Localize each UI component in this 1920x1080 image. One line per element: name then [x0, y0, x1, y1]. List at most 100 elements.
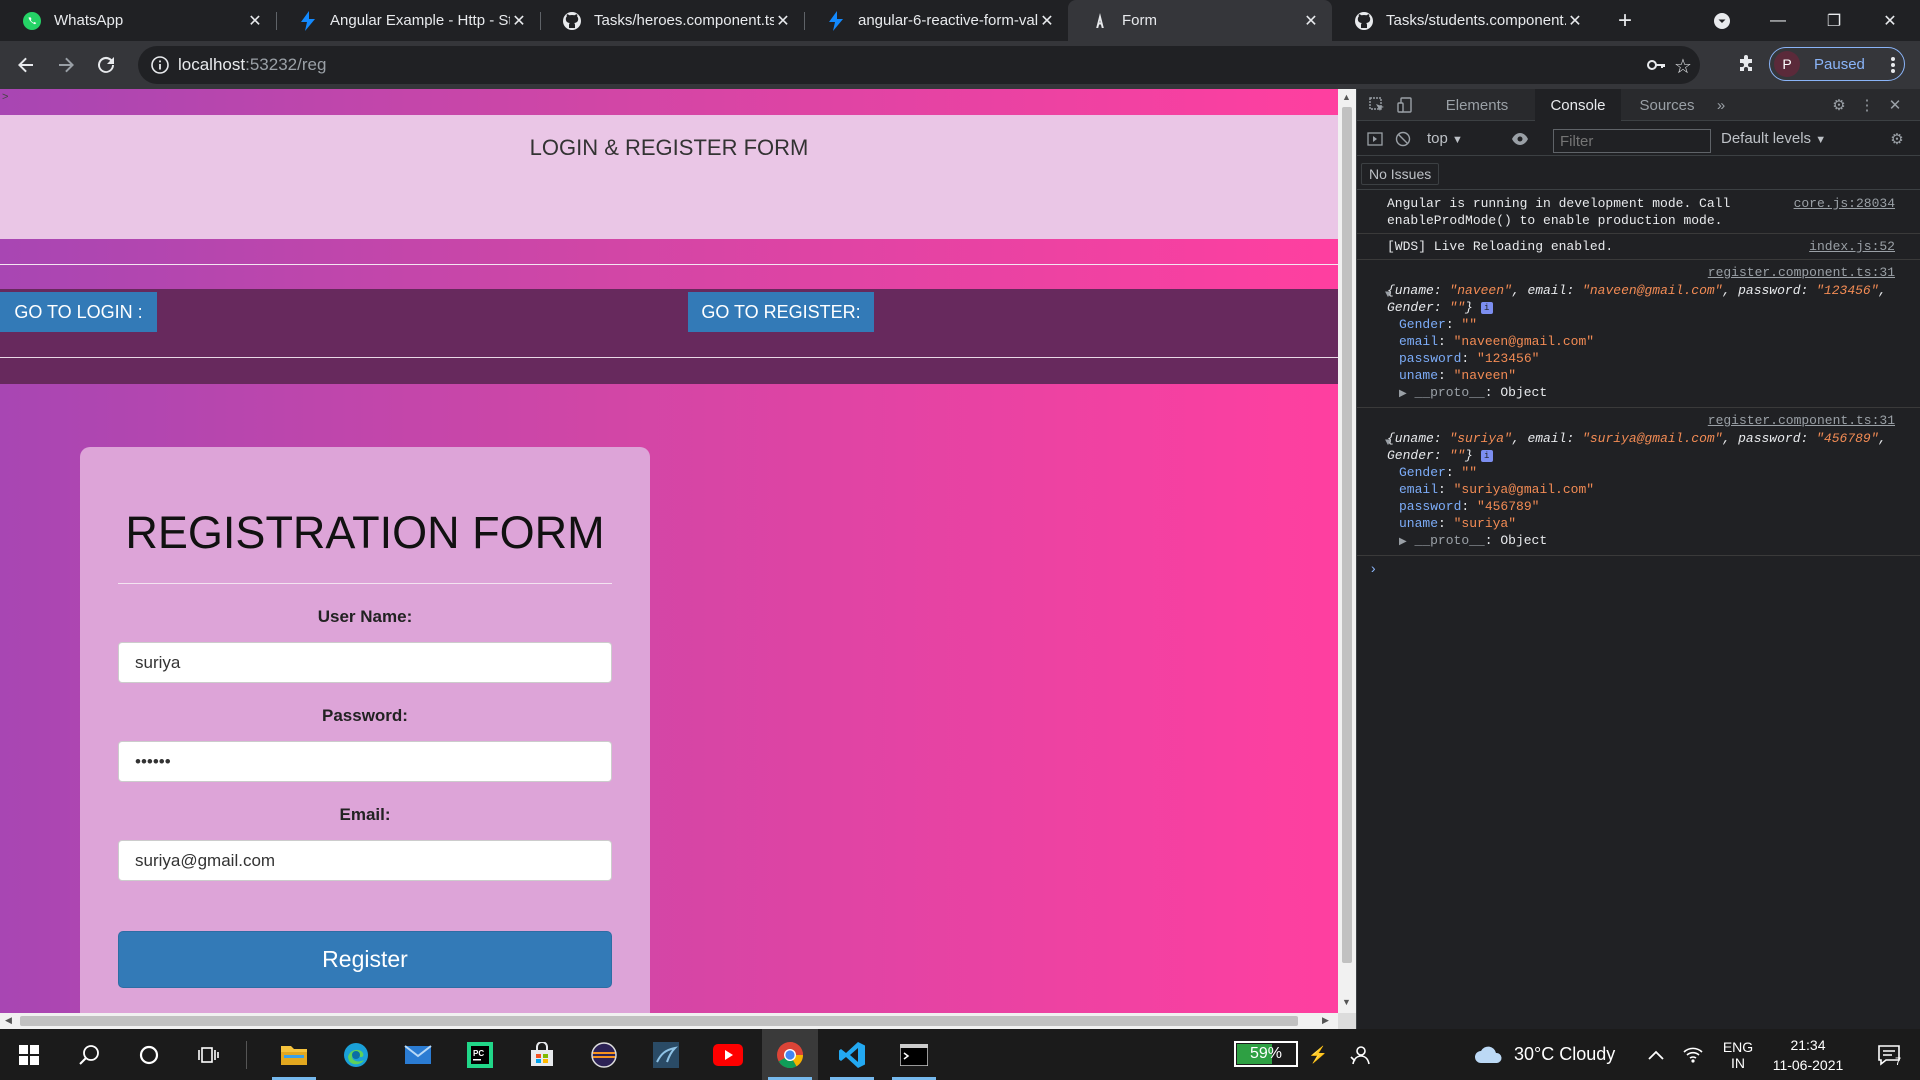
- task-view-button[interactable]: [184, 1029, 234, 1080]
- console-log-object: register.component.ts:31 ▼ {uname: "suri…: [1357, 408, 1920, 556]
- mysql-workbench-button[interactable]: [638, 1029, 694, 1080]
- prop-key: uname: [1399, 368, 1439, 383]
- go-to-register-button[interactable]: GO TO REGISTER:: [688, 292, 874, 332]
- register-button[interactable]: Register: [118, 931, 612, 988]
- address-bar[interactable]: localhost:53232/reg ☆: [138, 46, 1700, 84]
- console-filter-input[interactable]: [1553, 129, 1711, 153]
- scroll-down-arrow-icon[interactable]: ▼: [1342, 997, 1351, 1007]
- restore-icon[interactable]: ❐: [1806, 0, 1862, 41]
- whatsapp-icon: [22, 11, 42, 31]
- site-info-icon[interactable]: [150, 55, 170, 75]
- back-icon[interactable]: [10, 49, 42, 81]
- close-devtools-icon[interactable]: ✕: [1885, 95, 1905, 115]
- source-link[interactable]: index.js:52: [1809, 238, 1895, 255]
- close-tab-icon[interactable]: ✕: [1566, 12, 1584, 30]
- username-input[interactable]: [118, 642, 612, 683]
- clear-console-icon[interactable]: [1393, 129, 1413, 149]
- tab-sources[interactable]: Sources: [1627, 89, 1707, 121]
- scroll-right-arrow-icon[interactable]: ▶: [1322, 1015, 1329, 1026]
- inspect-element-icon[interactable]: [1367, 95, 1387, 115]
- action-center-button[interactable]: 7: [1864, 1029, 1914, 1080]
- collapse-triangle-icon[interactable]: ▶: [1399, 537, 1407, 548]
- tab-reactive-form[interactable]: angular-6-reactive-form-val ✕: [804, 0, 1068, 41]
- tab-search-icon[interactable]: [1694, 0, 1750, 41]
- extensions-icon[interactable]: [1730, 49, 1762, 81]
- device-toolbar-icon[interactable]: [1395, 95, 1415, 115]
- show-sidebar-icon[interactable]: [1365, 129, 1385, 149]
- battery-indicator[interactable]: 59%: [1234, 1041, 1298, 1067]
- start-button[interactable]: [0, 1029, 58, 1080]
- window-close-icon[interactable]: ✕: [1862, 0, 1918, 41]
- collapse-triangle-icon[interactable]: ▶: [1399, 389, 1407, 400]
- settings-gear-icon[interactable]: ⚙: [1829, 95, 1849, 115]
- people-button[interactable]: [1340, 1029, 1380, 1080]
- input-language[interactable]: ENG IN: [1712, 1029, 1764, 1080]
- scrollbar-thumb[interactable]: [20, 1016, 1298, 1026]
- horizontal-scrollbar[interactable]: ◀ ▶: [0, 1013, 1338, 1029]
- eclipse-button[interactable]: [576, 1029, 632, 1080]
- vertical-scrollbar[interactable]: ▲ ▼: [1338, 89, 1356, 1013]
- object-preview[interactable]: {uname: "suriya", email: "suriya@gmail.c…: [1387, 430, 1913, 464]
- close-tab-icon[interactable]: ✕: [1302, 12, 1320, 30]
- edge-button[interactable]: [328, 1029, 384, 1080]
- devtools-menu-icon[interactable]: ⋮: [1857, 95, 1877, 115]
- more-tabs-icon[interactable]: »: [1711, 95, 1731, 115]
- go-to-login-button[interactable]: GO TO LOGIN :: [0, 292, 157, 332]
- source-link[interactable]: register.component.ts:31: [1708, 264, 1895, 281]
- store-button[interactable]: [514, 1029, 570, 1080]
- close-tab-icon[interactable]: ✕: [774, 12, 792, 30]
- scrollbar-thumb[interactable]: [1342, 107, 1352, 963]
- search-button[interactable]: [64, 1029, 114, 1080]
- source-link[interactable]: register.component.ts:31: [1708, 412, 1895, 429]
- chrome-button[interactable]: [762, 1029, 818, 1080]
- tab-heroes-component[interactable]: Tasks/heroes.component.ts ✕: [540, 0, 804, 41]
- prop-value: "123456": [1477, 351, 1540, 366]
- object-proto[interactable]: ▶ __proto__: Object: [1387, 384, 1913, 403]
- close-tab-icon[interactable]: ✕: [246, 12, 264, 30]
- tab-whatsapp[interactable]: WhatsApp ✕: [0, 0, 276, 41]
- show-hidden-icons-chevron-up-icon[interactable]: [1640, 1029, 1672, 1080]
- key-icon[interactable]: [1646, 55, 1666, 80]
- source-link[interactable]: core.js:28034: [1794, 195, 1895, 212]
- vscode-button[interactable]: [824, 1029, 880, 1080]
- context-select[interactable]: top ▼: [1427, 130, 1463, 147]
- tab-angular-example[interactable]: Angular Example - Http - St ✕: [276, 0, 540, 41]
- issues-counter[interactable]: No Issues: [1361, 163, 1440, 185]
- expand-triangle-icon[interactable]: ▼: [1385, 435, 1391, 452]
- terminal-button[interactable]: [886, 1029, 942, 1080]
- live-expression-eye-icon[interactable]: [1510, 129, 1530, 149]
- expand-triangle-icon[interactable]: ▼: [1385, 287, 1391, 304]
- scroll-left-arrow-icon[interactable]: ◀: [5, 1015, 12, 1026]
- menu-kebab-icon[interactable]: [1877, 49, 1909, 81]
- tab-form[interactable]: Form ✕: [1068, 0, 1332, 41]
- info-badge-icon[interactable]: i: [1480, 449, 1493, 462]
- close-tab-icon[interactable]: ✕: [1038, 12, 1056, 30]
- tab-students-component[interactable]: Tasks/students.component. ✕: [1332, 0, 1596, 41]
- log-levels-select[interactable]: Default levels ▼: [1721, 130, 1826, 147]
- scroll-up-arrow-icon[interactable]: ▲: [1342, 92, 1351, 102]
- close-tab-icon[interactable]: ✕: [510, 12, 528, 30]
- console-prompt[interactable]: ›: [1357, 556, 1920, 578]
- tab-console[interactable]: Console: [1535, 89, 1621, 121]
- mail-button[interactable]: [390, 1029, 446, 1080]
- minimize-icon[interactable]: —: [1750, 0, 1806, 41]
- console-settings-gear-icon[interactable]: ⚙: [1887, 129, 1907, 149]
- new-tab-icon[interactable]: +: [1610, 0, 1640, 41]
- weather-widget[interactable]: 30°C Cloudy: [1474, 1029, 1634, 1080]
- forward-icon[interactable]: [50, 49, 82, 81]
- file-explorer-button[interactable]: [266, 1029, 322, 1080]
- tab-elements[interactable]: Elements: [1429, 89, 1525, 121]
- email-input[interactable]: [118, 840, 612, 881]
- object-preview[interactable]: {uname: "naveen", email: "naveen@gmail.c…: [1387, 282, 1913, 316]
- info-badge-icon[interactable]: i: [1480, 301, 1493, 314]
- object-proto[interactable]: ▶ __proto__: Object: [1387, 532, 1913, 551]
- clock[interactable]: 21:34 11-06-2021: [1766, 1029, 1850, 1080]
- cortana-button[interactable]: [124, 1029, 174, 1080]
- youtube-button[interactable]: [700, 1029, 756, 1080]
- page-viewport: > LOGIN & REGISTER FORM GO TO LOGIN : GO…: [0, 89, 1338, 1029]
- password-input[interactable]: [118, 741, 612, 782]
- pycharm-button[interactable]: PC: [452, 1029, 508, 1080]
- wifi-icon[interactable]: [1676, 1029, 1710, 1080]
- bookmark-star-icon[interactable]: ☆: [1674, 54, 1692, 79]
- reload-icon[interactable]: [90, 49, 122, 81]
